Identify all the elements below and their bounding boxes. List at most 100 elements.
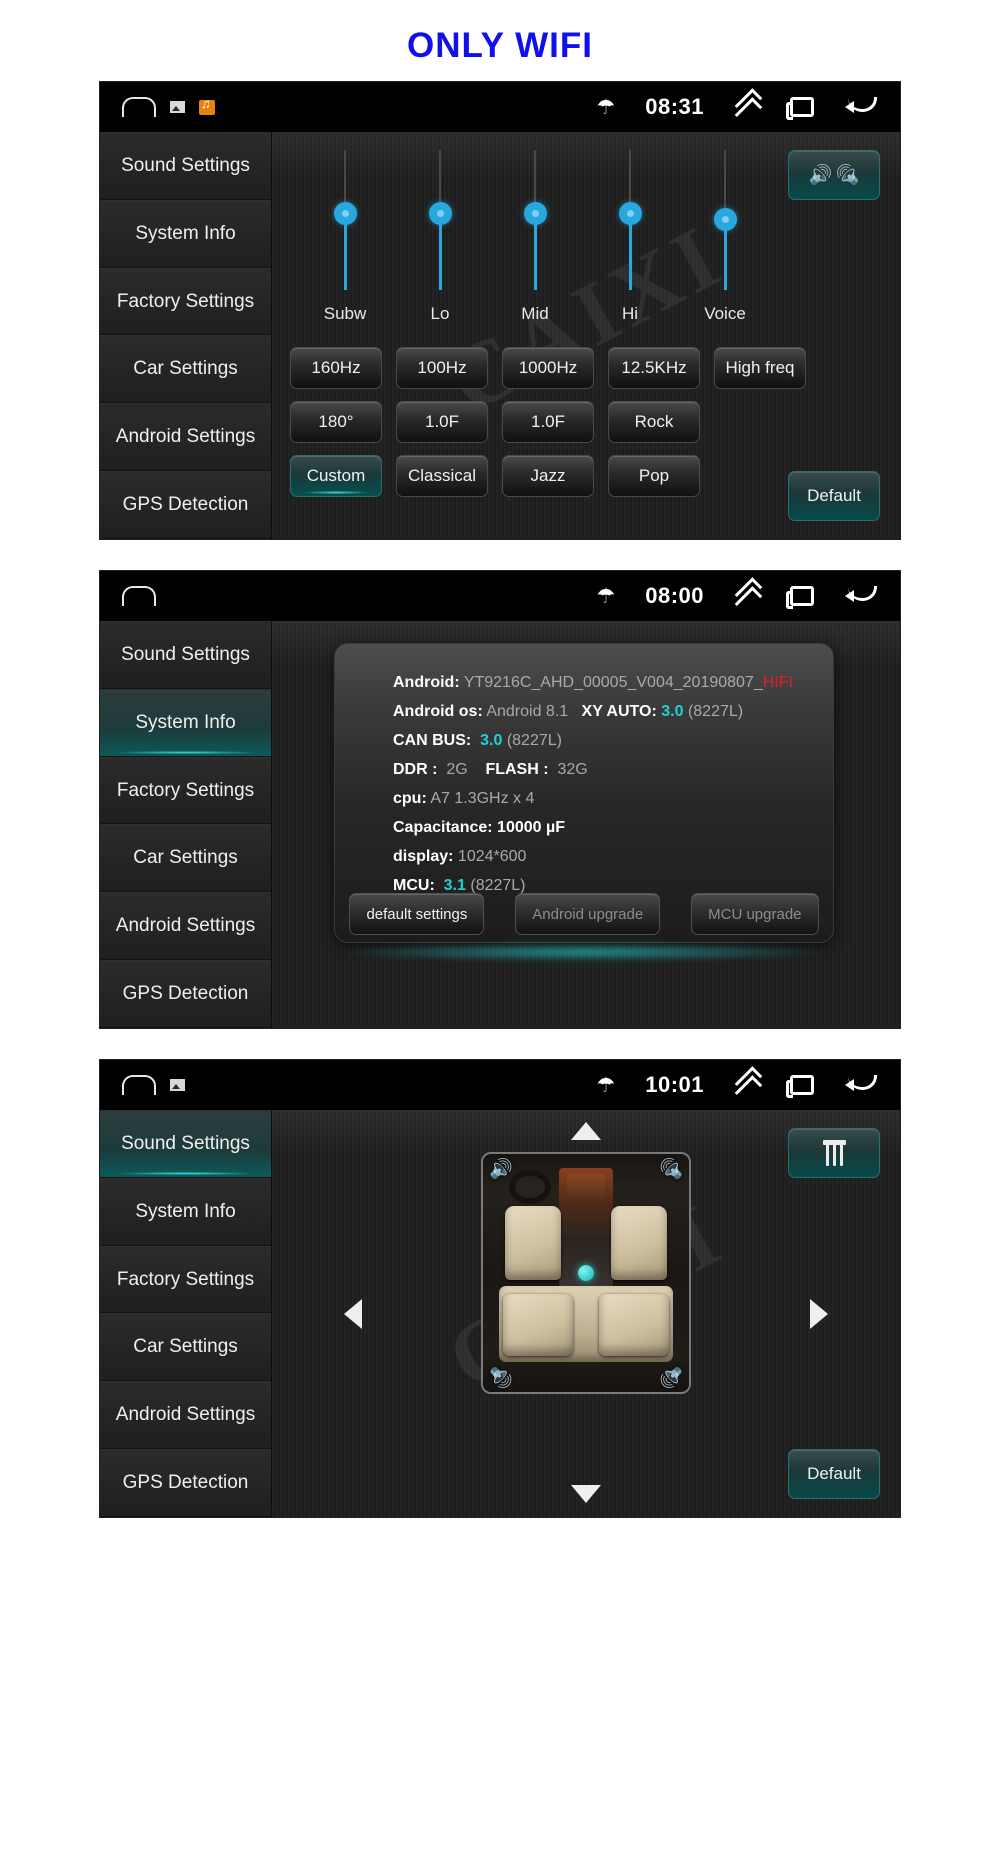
eq-btn-pop[interactable]: Pop	[608, 455, 700, 497]
eq-btn-12-5khz[interactable]: 12.5KHz	[608, 347, 700, 389]
sidebar-item-system-info[interactable]: System Info	[100, 1177, 271, 1246]
sidebar-item-car-settings[interactable]: Car Settings	[100, 1313, 271, 1382]
recents-icon[interactable]	[786, 1075, 814, 1098]
bluetooth-icon: ☂	[596, 95, 616, 119]
eq-btn-jazz[interactable]: Jazz	[502, 455, 594, 497]
eq-btn-160hz[interactable]: 160Hz	[290, 347, 382, 389]
eq-btn-classical[interactable]: Classical	[396, 455, 488, 497]
sidebar-item-label: System Info	[135, 1200, 236, 1222]
screenshot-icon[interactable]	[170, 1079, 185, 1091]
eq-btn-180deg[interactable]: 180°	[290, 401, 382, 443]
default-button[interactable]: Default	[788, 1449, 880, 1499]
sidebar-item-car-settings[interactable]: Car Settings	[100, 824, 271, 893]
eq-btn-high-freq[interactable]: High freq	[714, 347, 806, 389]
eq-btn-rock[interactable]: Rock	[608, 401, 700, 443]
eq-btn-custom[interactable]: Custom	[290, 455, 382, 497]
down-arrow-icon[interactable]	[571, 1485, 601, 1503]
chevron-up-icon[interactable]	[734, 96, 760, 118]
info-note: (8227L)	[470, 877, 526, 894]
info-value2: 32G	[557, 761, 588, 778]
device-panel-sound-eq: ☂ 08:31 Sound Settings System Info Facto…	[100, 82, 900, 539]
status-clock: 10:01	[645, 1072, 704, 1097]
eq-btn-q2[interactable]: 1.0F	[502, 401, 594, 443]
home-icon[interactable]	[122, 1075, 156, 1095]
eq-label-voice: Voice	[704, 304, 746, 323]
up-arrow-icon[interactable]	[571, 1122, 601, 1140]
sidebar-item-android-settings[interactable]: Android Settings	[100, 403, 271, 472]
home-icon[interactable]	[122, 586, 156, 606]
back-arrow-icon[interactable]	[844, 95, 878, 119]
eq-btn-100hz[interactable]: 100Hz	[396, 347, 488, 389]
eq-label-lo: Lo	[430, 304, 450, 323]
recents-icon[interactable]	[786, 586, 814, 609]
sidebar-item-sound-settings[interactable]: Sound Settings	[100, 132, 271, 200]
sidebar-item-factory-settings[interactable]: Factory Settings	[100, 267, 271, 336]
speaker-icon: 🔊	[489, 1366, 513, 1387]
screenshot-icon[interactable]	[170, 101, 185, 113]
bluetooth-icon: ☂	[596, 1073, 616, 1097]
eq-slider-lo[interactable]	[429, 150, 452, 290]
sidebar-item-label: Car Settings	[133, 358, 238, 380]
page-title: ONLY WIFI	[407, 26, 593, 65]
sidebar-item-car-settings[interactable]: Car Settings	[100, 335, 271, 404]
info-key: MCU:	[393, 877, 435, 894]
back-arrow-icon[interactable]	[844, 584, 878, 608]
eq-slider-voice[interactable]	[714, 150, 737, 290]
right-arrow-icon[interactable]	[810, 1298, 828, 1329]
chevron-up-icon[interactable]	[734, 585, 760, 607]
system-info-content: CAIXI Android: YT9216C_AHD_00005_V004_20…	[272, 621, 900, 1028]
eq-btn-q1[interactable]: 1.0F	[396, 401, 488, 443]
sidebar-item-label: Android Settings	[115, 426, 256, 448]
speaker-icon: 🔊	[659, 1159, 683, 1180]
sidebar-item-label: System Info	[135, 711, 236, 733]
balance-position-dot[interactable]	[578, 1265, 594, 1281]
recents-icon[interactable]	[786, 97, 814, 120]
eq-slider-hi[interactable]	[619, 150, 642, 290]
sidebar-item-system-info[interactable]: System Info	[100, 199, 271, 268]
sidebar-item-label: Factory Settings	[116, 1268, 255, 1290]
info-row-capacitance: Capacitance: 10000 µF	[393, 819, 833, 837]
info-key: cpu:	[393, 790, 427, 807]
info-value: 1024*600	[457, 848, 527, 865]
sidebar-item-sound-settings[interactable]: Sound Settings	[100, 1110, 271, 1178]
sidebar-item-android-settings[interactable]: Android Settings	[100, 892, 271, 961]
info-value: 3.0	[480, 732, 503, 749]
sidebar-item-gps-detection[interactable]: GPS Detection	[100, 960, 271, 1028]
eq-content: CAIXI 🔊 🔊 Subw Lo Mid Hi Voice 160Hz 100…	[272, 132, 900, 539]
home-icon[interactable]	[122, 97, 156, 117]
info-row-android-os: Android os: Android 8.1 XY AUTO: 3.0 (82…	[393, 703, 833, 721]
sidebar-item-factory-settings[interactable]: Factory Settings	[100, 1245, 271, 1314]
sidebar-item-factory-settings[interactable]: Factory Settings	[100, 756, 271, 825]
sidebar-item-sound-settings[interactable]: Sound Settings	[100, 621, 271, 689]
eq-btn-1000hz[interactable]: 1000Hz	[502, 347, 594, 389]
chevron-up-icon[interactable]	[734, 1074, 760, 1096]
android-upgrade-button[interactable]: Android upgrade	[515, 893, 661, 935]
music-icon[interactable]	[199, 97, 215, 115]
info-key2: FLASH :	[485, 761, 549, 778]
car-cabin-image[interactable]: 🔊 🔊 🔊 🔊	[481, 1152, 691, 1394]
sidebar-item-gps-detection[interactable]: GPS Detection	[100, 471, 271, 539]
status-clock: 08:00	[645, 583, 704, 608]
sidebar-item-system-info[interactable]: System Info	[100, 688, 271, 757]
sidebar-item-android-settings[interactable]: Android Settings	[100, 1381, 271, 1450]
info-note2: (8227L)	[687, 703, 744, 720]
eq-row-presets: Custom Classical Jazz Pop	[290, 455, 700, 497]
sidebar-item-gps-detection[interactable]: GPS Detection	[100, 1449, 271, 1517]
info-row-can-bus: CAN BUS: 3.0 (8227L)	[393, 732, 833, 750]
eq-slider-mid[interactable]	[524, 150, 547, 290]
eq-row-phase: 180° 1.0F 1.0F Rock	[290, 401, 700, 443]
info-value2: 3.0	[661, 703, 684, 720]
info-key2: XY AUTO:	[581, 703, 657, 720]
sidebar-item-label: GPS Detection	[122, 983, 249, 1005]
info-value: 10000 µF	[497, 819, 565, 836]
eq-slider-subw[interactable]	[334, 150, 357, 290]
left-arrow-icon[interactable]	[344, 1298, 362, 1329]
default-button[interactable]: Default	[788, 471, 880, 521]
sidebar-item-label: Sound Settings	[121, 643, 250, 665]
mcu-upgrade-button[interactable]: MCU upgrade	[691, 893, 819, 935]
default-settings-button[interactable]: default settings	[349, 893, 485, 935]
status-bar-1: ☂ 08:31	[100, 82, 900, 132]
sidebar-item-label: Android Settings	[115, 915, 256, 937]
eq-label-mid: Mid	[521, 304, 549, 323]
back-arrow-icon[interactable]	[844, 1073, 878, 1097]
